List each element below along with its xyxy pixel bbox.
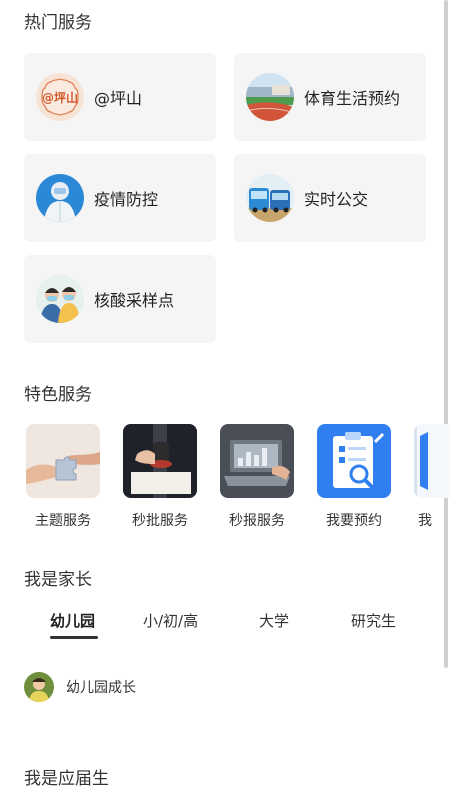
list-item-label: 幼儿园成长 — [66, 680, 136, 696]
tab-university[interactable]: 大学 — [259, 610, 289, 631]
hot-service-label: 疫情防控 — [94, 190, 159, 209]
hot-service-sports-booking[interactable]: 体育生活预约 — [234, 53, 426, 141]
feature-label: 主题服务 — [35, 513, 91, 529]
feature-make-appointment[interactable]: 我要预约 — [317, 424, 391, 530]
avatar — [24, 672, 54, 702]
tab-kindergarten[interactable]: 幼儿园 — [50, 610, 95, 631]
stamp-icon — [123, 424, 197, 498]
graduate-section-title: 我是应届生 — [24, 769, 109, 789]
hot-service-epidemic-control[interactable]: 疫情防控 — [24, 154, 216, 242]
clipboard-icon — [317, 424, 391, 498]
hot-service-label: 体育生活预约 — [304, 89, 401, 108]
hot-service-label: @坪山 — [94, 89, 143, 108]
feature-theme-service[interactable]: 主题服务 — [26, 424, 100, 530]
scrollbar[interactable] — [444, 0, 448, 668]
feature-label: 秒批服务 — [132, 513, 188, 529]
tab-primary-secondary[interactable]: 小/初/高 — [143, 610, 198, 631]
pingshan-logo-icon: @坪山 — [36, 73, 84, 121]
special-services-title: 特色服务 — [24, 385, 92, 405]
feature-label: 我要预约 — [326, 513, 382, 529]
protective-suit-icon — [36, 174, 84, 222]
hot-service-label: 核酸采样点 — [94, 291, 175, 310]
active-tab-indicator — [50, 636, 98, 639]
tab-postgraduate[interactable]: 研究生 — [351, 610, 396, 631]
bus-icon — [246, 174, 294, 222]
feature-instant-approval[interactable]: 秒批服务 — [123, 424, 197, 530]
feature-partial-item[interactable]: 我 — [414, 424, 450, 530]
partial-service-icon — [414, 424, 450, 498]
hot-service-realtime-bus[interactable]: 实时公交 — [234, 154, 426, 242]
hot-service-nucleic-test[interactable]: 核酸采样点 — [24, 255, 216, 343]
list-item-kindergarten-growth[interactable]: 幼儿园成长 — [24, 672, 136, 702]
feature-instant-report[interactable]: 秒报服务 — [220, 424, 294, 530]
feature-label: 秒报服务 — [229, 513, 285, 529]
feature-label: 我 — [418, 513, 432, 529]
pingshan-logo-text: @坪山 — [42, 90, 78, 105]
puzzle-hands-icon — [26, 424, 100, 498]
parent-tabs: 幼儿园 小/初/高 大学 研究生 — [24, 610, 434, 640]
hot-services-title: 热门服务 — [24, 13, 92, 33]
hot-service-pingshan[interactable]: @坪山 @坪山 — [24, 53, 216, 141]
nucleic-test-icon — [36, 275, 84, 323]
laptop-chart-icon — [220, 424, 294, 498]
parent-section-title: 我是家长 — [24, 570, 92, 590]
stadium-icon — [246, 73, 294, 121]
hot-service-label: 实时公交 — [304, 190, 369, 209]
